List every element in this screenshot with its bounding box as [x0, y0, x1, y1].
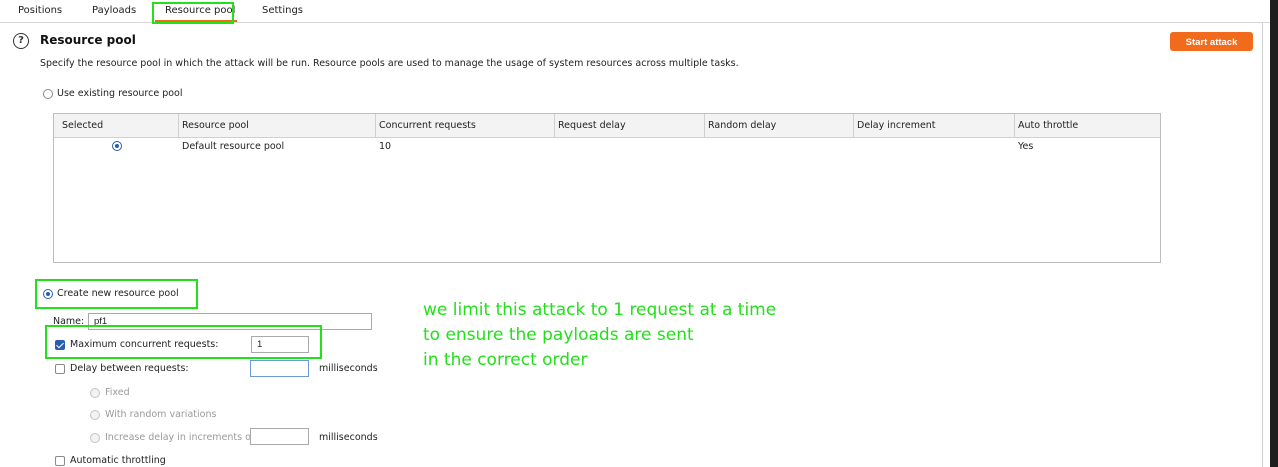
delay-between-checkbox[interactable] [55, 364, 65, 374]
use-existing-pool-label: Use existing resource pool [57, 88, 183, 99]
fixed-delay-label: Fixed [105, 387, 130, 398]
column-header[interactable]: Concurrent requests [379, 120, 476, 131]
tab-settings[interactable]: Settings [262, 5, 303, 16]
column-divider [853, 114, 854, 137]
column-divider [178, 114, 179, 137]
increase-delay-radio[interactable] [90, 433, 100, 443]
delay-between-label: Delay between requests: [70, 363, 189, 374]
section-title: Resource pool [40, 33, 136, 47]
increase-delay-input[interactable] [250, 428, 309, 445]
increase-delay-label: Increase delay in increments of [105, 432, 255, 443]
random-variations-radio[interactable] [90, 410, 100, 420]
annotation-line-1: we limit this attack to 1 request at a t… [423, 300, 777, 320]
column-header[interactable]: Resource pool [182, 120, 249, 131]
delay-units-label: milliseconds [319, 363, 378, 374]
column-divider [1014, 114, 1015, 137]
highlight-box-create-pool [35, 279, 198, 309]
column-header[interactable]: Delay increment [857, 120, 936, 131]
cell-auto-throttle: Yes [1018, 141, 1034, 152]
table-header: Selected Resource pool Concurrent reques… [54, 114, 1160, 138]
column-header[interactable]: Auto throttle [1018, 120, 1078, 131]
cell-concurrent-requests: 10 [379, 141, 392, 152]
increase-units-label: milliseconds [319, 432, 378, 443]
auto-throttle-label: Automatic throttling [70, 455, 166, 466]
column-header[interactable]: Request delay [558, 120, 626, 131]
content-border [1262, 22, 1263, 467]
column-header[interactable]: Selected [62, 120, 103, 131]
section-description: Specify the resource pool in which the a… [40, 58, 739, 69]
fixed-delay-radio[interactable] [90, 388, 100, 398]
annotation-line-2: to ensure the payloads are sent [423, 325, 694, 345]
help-icon[interactable]: ? [13, 33, 29, 49]
random-variations-label: With random variations [105, 409, 217, 420]
start-attack-button[interactable]: Start attack [1170, 32, 1253, 51]
delay-between-input[interactable] [250, 360, 309, 377]
tab-payloads[interactable]: Payloads [92, 5, 136, 16]
column-header[interactable]: Random delay [708, 120, 776, 131]
resource-pool-table: Selected Resource pool Concurrent reques… [53, 113, 1161, 263]
column-divider [375, 114, 376, 137]
auto-throttle-checkbox[interactable] [55, 456, 65, 466]
cell-resource-pool: Default resource pool [182, 141, 285, 152]
annotation-line-3: in the correct order [423, 350, 588, 370]
highlight-box-tab [152, 2, 234, 24]
column-divider [704, 114, 705, 137]
window-edge [1270, 0, 1278, 467]
column-divider [554, 114, 555, 137]
highlight-box-max-concurrent [45, 325, 322, 359]
row-selected-radio[interactable] [112, 141, 122, 151]
use-existing-pool-radio[interactable] [43, 89, 53, 99]
tab-positions[interactable]: Positions [18, 5, 62, 16]
